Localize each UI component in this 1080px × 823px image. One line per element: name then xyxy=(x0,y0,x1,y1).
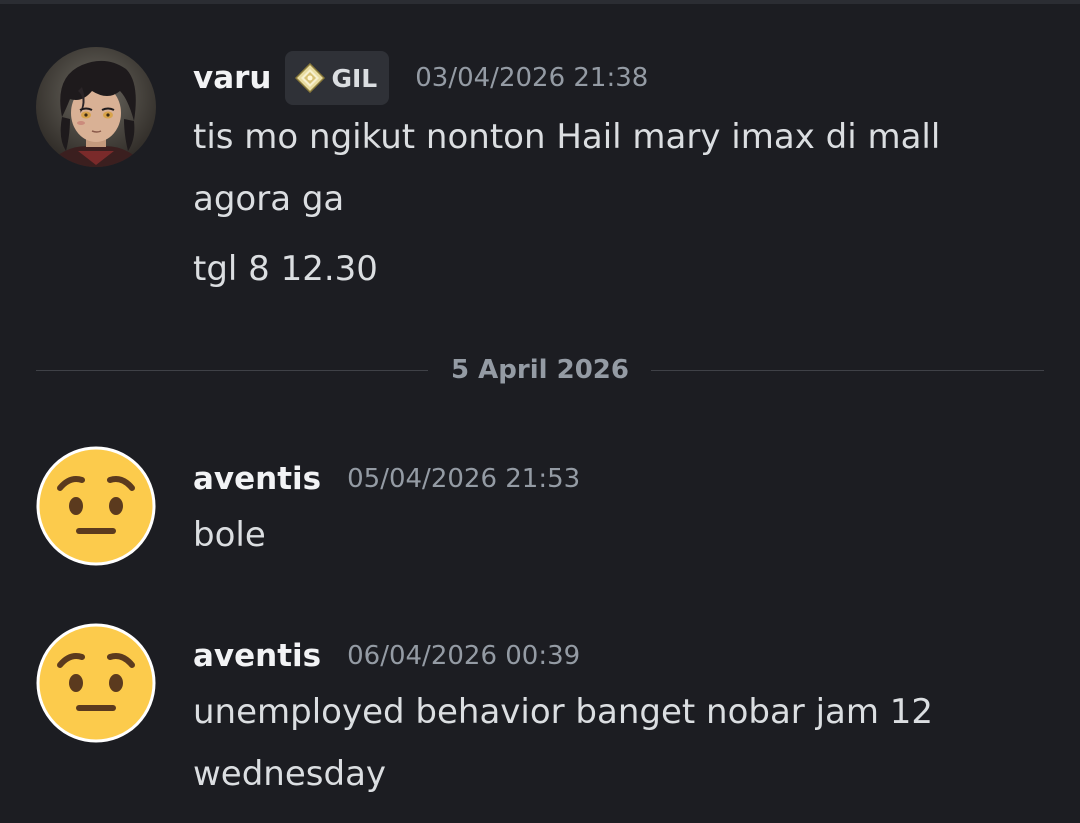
message-header: aventis 05/04/2026 21:53 xyxy=(193,458,580,500)
clan-tag-label: GIL xyxy=(331,63,378,93)
username[interactable]: varu xyxy=(193,60,271,96)
divider-line xyxy=(651,370,1044,371)
avatar[interactable] xyxy=(36,623,156,743)
timestamp[interactable]: 05/04/2026 21:53 xyxy=(347,464,580,494)
message-text: tgl 8 12.30 xyxy=(193,249,378,289)
message-text: unemployed behavior banget nobar jam 12 xyxy=(193,692,934,732)
top-border xyxy=(0,0,1080,4)
username[interactable]: aventis xyxy=(193,461,321,497)
date-divider-label: 5 April 2026 xyxy=(451,355,629,385)
message-text: bole xyxy=(193,515,266,555)
divider-line xyxy=(36,370,428,371)
timestamp[interactable]: 06/04/2026 00:39 xyxy=(347,641,580,671)
worried-face-emoji-icon xyxy=(36,623,156,743)
message-text: tis mo ngikut nonton Hail mary imax di m… xyxy=(193,117,941,157)
message-header: aventis 06/04/2026 00:39 xyxy=(193,635,580,677)
message-text: wednesday xyxy=(193,754,387,794)
message-text: agora ga xyxy=(193,179,345,219)
avatar[interactable] xyxy=(36,47,156,167)
worried-face-emoji-icon xyxy=(36,446,156,566)
diamond-clan-icon xyxy=(295,63,326,93)
timestamp[interactable]: 03/04/2026 21:38 xyxy=(415,63,648,93)
message-header: varu GIL 03/04/2026 21:38 xyxy=(193,51,648,105)
avatar[interactable] xyxy=(36,446,156,566)
username[interactable]: aventis xyxy=(193,638,321,674)
date-divider: 5 April 2026 xyxy=(36,355,1044,385)
clan-tag[interactable]: GIL xyxy=(285,51,390,105)
anime-character-avatar-icon xyxy=(36,47,156,167)
